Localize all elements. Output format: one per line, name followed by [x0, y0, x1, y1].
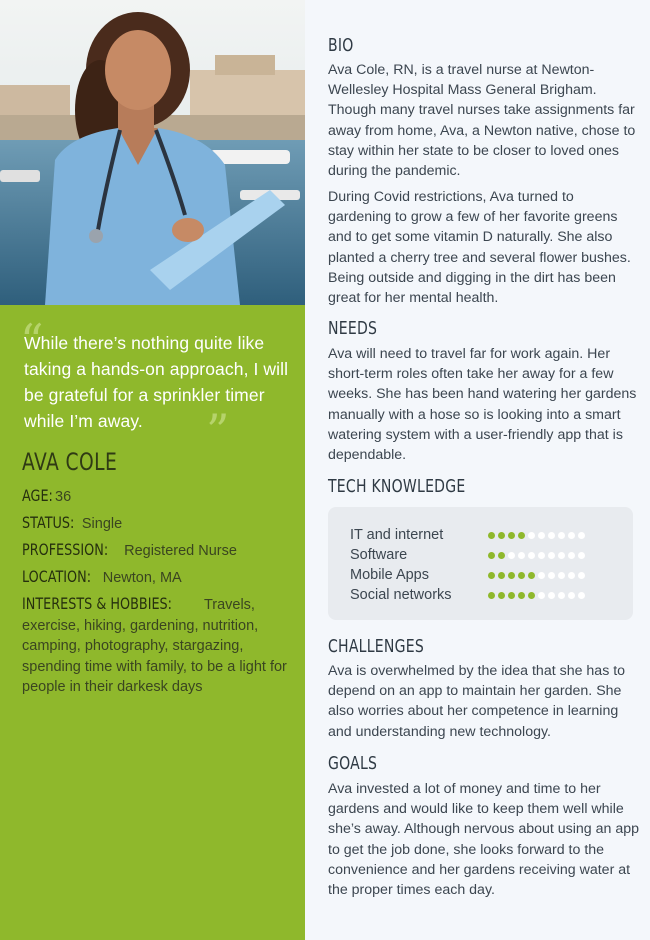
rating-dot-filled: [508, 591, 515, 599]
quote-block: “ While there’s nothing quite like takin…: [20, 318, 296, 454]
rating-dot-empty: [558, 571, 565, 579]
fact-label: INTERESTS & HOBBIES:: [22, 594, 172, 613]
fact-value: 36: [55, 489, 72, 505]
tech-knowledge-panel: IT and internet Software Mobile Apps Social…: [328, 507, 633, 620]
persona-name: AVA COLE: [22, 448, 118, 476]
rating-dot-empty: [518, 551, 525, 559]
rating-dot-empty: [538, 531, 545, 539]
fact-value: Registered Nurse: [124, 543, 237, 559]
goals-text: Ava invested a lot of money and time to …: [328, 781, 640, 899]
nurse-photo: [0, 0, 305, 305]
fact-label: AGE:: [22, 486, 53, 505]
rating-dot-empty: [568, 571, 575, 579]
rating-dot-empty: [578, 571, 585, 579]
rating-dot-empty: [578, 551, 585, 559]
rating-dot-empty: [538, 571, 545, 579]
rating-dot-filled: [498, 551, 505, 559]
close-quote-icon: ”: [206, 404, 230, 458]
rating-dot-empty: [558, 551, 565, 559]
tech-label: Software: [350, 547, 408, 563]
bio-paragraph-2: During Covid restrictions, Ava turned to…: [328, 189, 631, 307]
fact-value: Single: [81, 516, 123, 532]
rating-dot-filled: [528, 571, 535, 579]
tech-label: Social networks: [350, 587, 452, 603]
rating-dot-filled: [488, 531, 495, 539]
rating-dot-empty: [508, 551, 515, 559]
rating-dot-empty: [568, 591, 575, 599]
tech-row: Mobile Apps: [350, 565, 633, 585]
rating-dot-empty: [528, 531, 535, 539]
challenges-title: CHALLENGES: [328, 636, 424, 657]
rating-dot-empty: [548, 531, 555, 539]
rating-dot-filled: [498, 591, 505, 599]
rating-dot-empty: [538, 591, 545, 599]
goals-title: GOALS: [328, 753, 378, 774]
fact-value: Newton, MA: [102, 570, 182, 586]
fact-interests: INTERESTS & HOBBIES: Travels, exercise, …: [22, 594, 292, 698]
rating-dot-filled: [488, 571, 495, 579]
nurse-photo-illustration: [0, 0, 305, 305]
rating-dot-filled: [518, 591, 525, 599]
rating-dot-empty: [578, 591, 585, 599]
needs-title: NEEDS: [328, 318, 378, 339]
rating-dot-empty: [568, 531, 575, 539]
rating-dot-filled: [508, 571, 515, 579]
fact-age: AGE: 36: [22, 486, 292, 507]
tech-label: IT and internet: [350, 527, 444, 543]
tech-rating: [488, 531, 585, 539]
rating-dot-filled: [518, 571, 525, 579]
rating-dot-empty: [548, 571, 555, 579]
rating-dot-filled: [528, 591, 535, 599]
tech-row: Software: [350, 545, 633, 565]
fact-label: PROFESSION:: [22, 540, 109, 559]
rating-dot-filled: [508, 531, 515, 539]
tech-label: Mobile Apps: [350, 567, 429, 583]
tech-row: Social networks: [350, 585, 633, 605]
rating-dot-empty: [568, 551, 575, 559]
rating-dot-empty: [558, 531, 565, 539]
persona-quote: While there’s nothing quite like taking …: [24, 333, 289, 431]
rating-dot-empty: [548, 551, 555, 559]
tech-rating: [488, 571, 585, 579]
rating-dot-filled: [498, 531, 505, 539]
fact-label: LOCATION:: [22, 567, 92, 586]
persona-facts: AGE: 36 STATUS: Single PROFESSION: Regis…: [22, 486, 292, 704]
rating-dot-empty: [548, 591, 555, 599]
rating-dot-filled: [518, 531, 525, 539]
rating-dot-filled: [498, 571, 505, 579]
rating-dot-filled: [488, 551, 495, 559]
rating-dot-filled: [488, 591, 495, 599]
tech-title: TECH KNOWLEDGE: [328, 476, 466, 497]
tech-rows: IT and internet Software Mobile Apps Social…: [350, 525, 633, 605]
tech-rating: [488, 591, 585, 599]
needs-text: Ava will need to travel far for work aga…: [328, 346, 637, 464]
rating-dot-empty: [528, 551, 535, 559]
fact-status: STATUS: Single: [22, 513, 292, 534]
rating-dot-empty: [538, 551, 545, 559]
bio-paragraph-1: Ava Cole, RN, is a travel nurse at Newto…: [328, 62, 636, 180]
bio-title: BIO: [328, 35, 354, 56]
fact-location: LOCATION: Newton, MA: [22, 567, 292, 588]
tech-row: IT and internet: [350, 525, 633, 545]
fact-label: STATUS:: [22, 513, 75, 532]
rating-dot-empty: [578, 531, 585, 539]
profile-panel: “ While there’s nothing quite like takin…: [0, 0, 305, 940]
tech-rating: [488, 551, 585, 559]
challenges-text: Ava is overwhelmed by the idea that she …: [328, 663, 626, 740]
fact-profession: PROFESSION: Registered Nurse: [22, 540, 292, 561]
rating-dot-empty: [558, 591, 565, 599]
